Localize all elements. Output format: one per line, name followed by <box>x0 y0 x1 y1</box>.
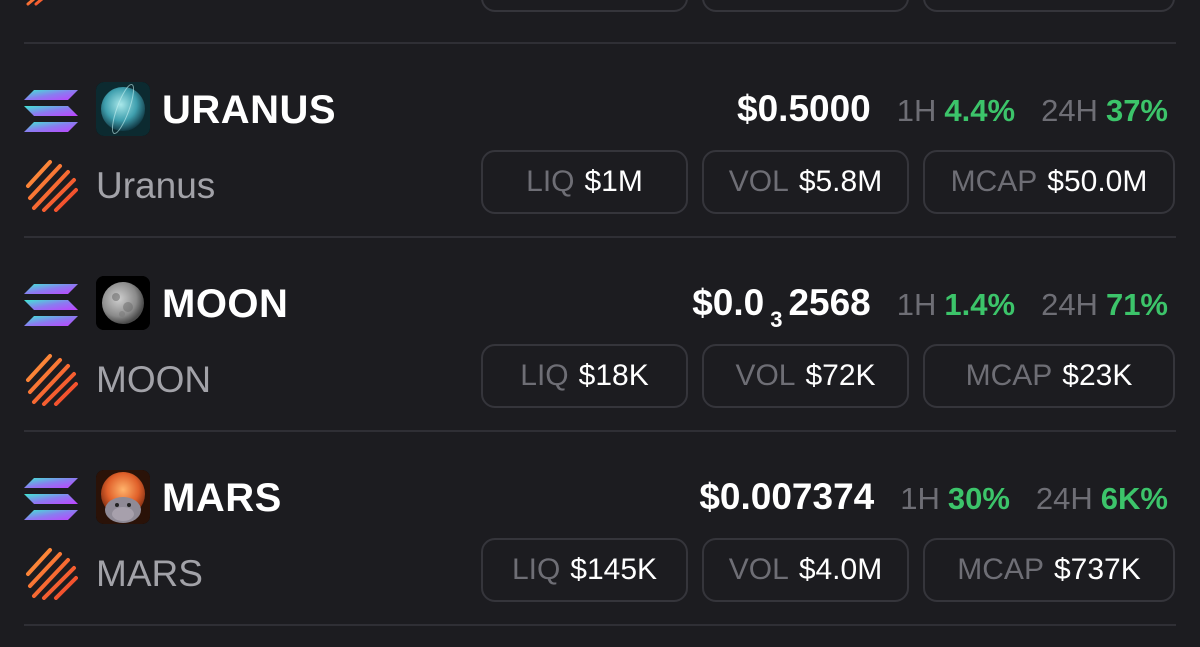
price-value: $0.5000 <box>737 88 871 129</box>
market-cap-value: $23K <box>1062 359 1133 392</box>
stats-row: LIQ $1M VOL $5.8M MCAP $50.0M <box>481 150 1175 214</box>
change-24h-value: 37% <box>1105 93 1168 128</box>
fire-stripes-icon <box>26 548 78 600</box>
liquidity-pill[interactable]: LIQ $18K <box>481 344 688 408</box>
price-value: $0.0 3 2568 <box>692 282 871 332</box>
fire-stripes-icon <box>26 0 44 6</box>
volume-value: $72K <box>805 359 876 392</box>
liquidity-value: $18K <box>578 359 649 392</box>
solana-icon <box>24 284 78 326</box>
stats-row: LIQ $145K VOL $4.0M MCAP $737K <box>481 538 1175 602</box>
volume-label: VOL <box>728 165 789 198</box>
change-1h-value: 30% <box>947 481 1010 516</box>
row-divider <box>24 624 1176 626</box>
liquidity-value: $1M <box>584 165 643 198</box>
token-name: Uranus <box>96 165 216 206</box>
change-1h-label: 1H <box>896 93 937 128</box>
volume-label: VOL <box>735 359 796 392</box>
token-symbol: MOON <box>162 282 289 326</box>
price-value: $0.007374 <box>699 476 875 517</box>
liquidity-pill[interactable]: LIQ $145K <box>481 538 688 602</box>
market-cap-label: MCAP <box>957 553 1044 586</box>
liquidity-label: LIQ <box>526 165 575 198</box>
previous-row-partial <box>0 0 1200 14</box>
volume-label: VOL <box>728 553 789 586</box>
fire-stripes-icon <box>26 354 78 406</box>
change-24h-label: 24H <box>1041 93 1098 128</box>
change-1h-label: 1H <box>896 287 937 322</box>
market-cap-label: MCAP <box>950 165 1038 198</box>
token-row-mars[interactable]: MARS MARS $0.007374 1H 30% 24H 6K% LIQ $… <box>0 432 1200 625</box>
market-cap-value: $737K <box>1053 553 1141 586</box>
token-name: MOON <box>96 359 212 400</box>
change-24h-label: 24H <box>1041 287 1098 322</box>
stats-row: LIQ $18K VOL $72K MCAP $23K <box>481 344 1175 408</box>
market-cap-pill[interactable]: MCAP $50.0M <box>923 150 1175 214</box>
liquidity-label: LIQ <box>520 359 569 392</box>
volume-value: $5.8M <box>798 165 883 198</box>
volume-value: $4.0M <box>798 553 883 586</box>
mars-hippo-icon <box>96 470 150 524</box>
stat-pill-partial <box>481 0 688 12</box>
price-line: $0.5000 1H 4.4% 24H 37% <box>737 84 1168 136</box>
market-cap-pill[interactable]: MCAP $737K <box>923 538 1175 602</box>
stat-pill-partial <box>923 0 1175 12</box>
liquidity-value: $145K <box>570 553 658 586</box>
solana-icon <box>24 90 78 132</box>
token-symbol: URANUS <box>162 88 337 132</box>
change-1h-value: 4.4% <box>944 93 1016 128</box>
change-24h-value: 6K% <box>1100 481 1168 516</box>
solana-icon <box>24 478 78 520</box>
volume-pill[interactable]: VOL $72K <box>702 344 909 408</box>
moon-icon <box>96 276 150 330</box>
price-line: $0.007374 1H 30% 24H 6K% <box>699 472 1168 524</box>
stat-pill-partial <box>702 0 909 12</box>
fire-stripes-icon <box>26 160 78 212</box>
liquidity-pill[interactable]: LIQ $1M <box>481 150 688 214</box>
token-symbol: MARS <box>162 476 282 520</box>
change-1h-label: 1H <box>900 481 940 516</box>
market-cap-pill[interactable]: MCAP $23K <box>923 344 1175 408</box>
change-1h-value: 1.4% <box>944 287 1016 322</box>
price-zero-count: 3 <box>770 307 783 332</box>
volume-pill[interactable]: VOL $4.0M <box>702 538 909 602</box>
change-24h-label: 24H <box>1035 481 1093 516</box>
liquidity-label: LIQ <box>511 553 561 586</box>
token-row-uranus[interactable]: URANUS Uranus $0.5000 1H 4.4% 24H 37% LI… <box>0 44 1200 237</box>
token-row-moon[interactable]: MOON MOON $0.0 3 2568 1H 1.4% 24H 71% LIQ … <box>0 238 1200 431</box>
price-line: $0.0 3 2568 1H 1.4% 24H 71% <box>692 278 1168 333</box>
uranus-planet-icon <box>96 82 150 136</box>
change-24h-value: 71% <box>1105 287 1168 322</box>
market-cap-value: $50.0M <box>1047 165 1148 198</box>
token-name: MARS <box>96 553 203 594</box>
market-cap-label: MCAP <box>965 359 1053 392</box>
volume-pill[interactable]: VOL $5.8M <box>702 150 909 214</box>
